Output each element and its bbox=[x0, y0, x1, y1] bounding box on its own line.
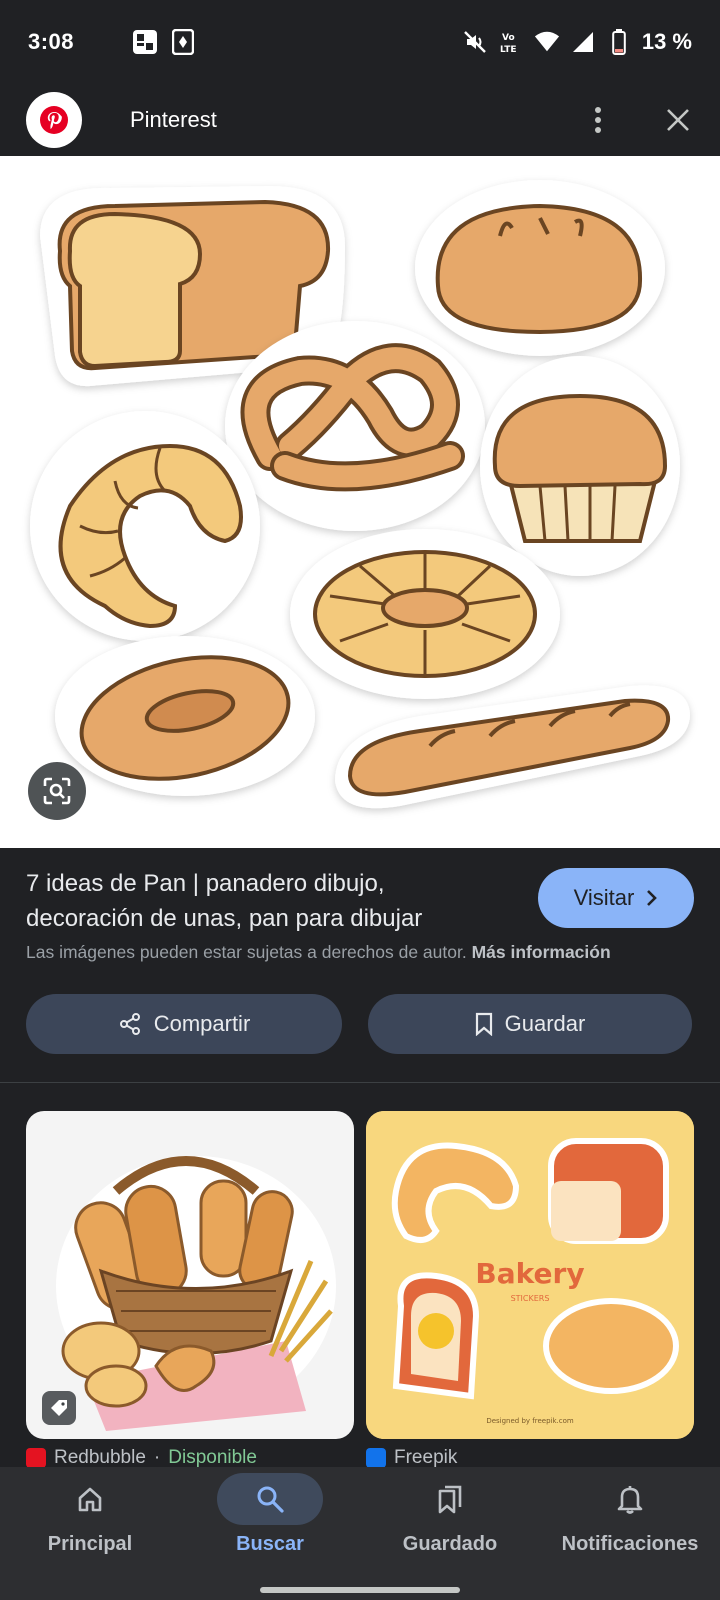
bell-icon bbox=[617, 1486, 643, 1514]
nav-label: Principal bbox=[47, 1533, 133, 1555]
moon-icon bbox=[94, 29, 120, 55]
bread-stickers-illustration bbox=[30, 180, 690, 809]
close-button[interactable] bbox=[662, 104, 694, 136]
freepik-favicon-icon bbox=[366, 1448, 386, 1467]
nav-label: Buscar bbox=[236, 1533, 304, 1555]
nav-label: Guardado bbox=[402, 1533, 498, 1555]
status-right: Vo LTE 13 % bbox=[462, 29, 692, 55]
save-label: Guardar bbox=[504, 1011, 586, 1036]
nav-pill bbox=[217, 1473, 323, 1525]
cards-icon bbox=[170, 29, 196, 55]
related-card-freepik[interactable]: Bakery STICKERS Designed by freepik.com bbox=[366, 1111, 694, 1439]
bookmark-icon bbox=[475, 1012, 492, 1036]
ring-bread-sticker bbox=[290, 529, 560, 699]
more-info-link[interactable]: Más información bbox=[472, 942, 611, 962]
bun-sticker bbox=[415, 180, 665, 356]
pinterest-logo bbox=[26, 92, 82, 148]
product-tag-badge bbox=[42, 1391, 76, 1425]
lens-icon bbox=[43, 777, 71, 805]
status-bar: 3:08 Vo LTE 13 % bbox=[0, 0, 720, 84]
svg-text:LTE: LTE bbox=[500, 45, 517, 55]
nav-pill bbox=[37, 1473, 143, 1525]
nav-pill bbox=[397, 1473, 503, 1525]
nav-buscar[interactable]: Buscar bbox=[180, 1467, 360, 1587]
search-icon bbox=[257, 1486, 284, 1513]
nav-pill bbox=[577, 1473, 683, 1525]
home-icon bbox=[78, 1487, 102, 1512]
croissant-sticker bbox=[30, 411, 260, 641]
mute-icon bbox=[462, 29, 488, 55]
bookmarks-icon bbox=[438, 1485, 462, 1514]
more-vert-icon bbox=[595, 107, 601, 133]
baguette-sticker bbox=[335, 685, 690, 809]
battery-percent: 13 % bbox=[641, 29, 692, 54]
bread-basket-illustration bbox=[56, 1156, 336, 1431]
bakery-stickers-illustration: Bakery STICKERS Designed by freepik.com bbox=[366, 1111, 694, 1439]
visit-button[interactable]: Visitar bbox=[538, 868, 694, 928]
copyright-notice: Las imágenes pueden estar sujetas a dere… bbox=[26, 942, 611, 963]
nav-label: Notificaciones bbox=[561, 1533, 699, 1555]
result-info: 7 ideas de Pan | panadero dibujo, decora… bbox=[0, 848, 720, 1080]
source-name: Freepik bbox=[394, 1447, 458, 1467]
availability-label: Disponible bbox=[168, 1447, 257, 1467]
bakery-sticker-title: Bakery bbox=[475, 1257, 584, 1290]
result-title[interactable]: 7 ideas de Pan | panadero dibujo, decora… bbox=[26, 866, 506, 936]
app-actions bbox=[582, 104, 694, 136]
battery-icon bbox=[606, 29, 632, 55]
muffin-sticker bbox=[480, 356, 680, 576]
share-button[interactable]: Compartir bbox=[26, 994, 342, 1054]
source-name: Redbubble bbox=[54, 1447, 146, 1467]
app-bar: Pinterest bbox=[0, 84, 720, 156]
redbubble-favicon-icon bbox=[26, 1448, 46, 1467]
save-button[interactable]: Guardar bbox=[368, 994, 692, 1054]
bagel-sticker bbox=[55, 636, 315, 796]
nav-notificaciones[interactable]: Notificaciones bbox=[540, 1467, 720, 1587]
source-separator: · bbox=[153, 1447, 161, 1467]
more-options-button[interactable] bbox=[582, 104, 614, 136]
status-time: 3:08 bbox=[28, 29, 75, 54]
volte-icon: Vo LTE bbox=[498, 29, 524, 55]
related-source-redbubble[interactable]: Redbubble · Disponible bbox=[26, 1447, 257, 1467]
nav-principal[interactable]: Principal bbox=[0, 1467, 180, 1587]
related-source-freepik[interactable]: Freepik bbox=[366, 1447, 457, 1467]
copyright-text: Las imágenes pueden estar sujetas a dere… bbox=[26, 942, 467, 962]
app-notification-icon bbox=[132, 29, 158, 55]
bakery-sticker-subtitle: STICKERS bbox=[511, 1294, 550, 1303]
status-left-icons bbox=[94, 29, 196, 55]
chevron-right-icon bbox=[647, 890, 658, 906]
nav-guardado[interactable]: Guardado bbox=[360, 1467, 540, 1587]
gesture-home-indicator[interactable] bbox=[260, 1587, 460, 1593]
wifi-icon bbox=[534, 29, 560, 55]
visit-label: Visitar bbox=[573, 885, 635, 910]
pretzel-sticker bbox=[225, 321, 485, 531]
share-label: Compartir bbox=[153, 1011, 251, 1036]
freepik-credit-text: Designed by freepik.com bbox=[486, 1417, 574, 1425]
pinterest-icon bbox=[40, 106, 68, 134]
app-title: Pinterest bbox=[130, 107, 217, 132]
close-icon bbox=[667, 109, 689, 131]
share-icon bbox=[119, 1013, 140, 1035]
bottom-navigation: Principal Buscar Guardado Notificaciones bbox=[0, 1467, 720, 1600]
related-card-redbubble[interactable] bbox=[26, 1111, 354, 1439]
tag-icon bbox=[51, 1400, 67, 1416]
signal-icon bbox=[570, 29, 596, 55]
main-image[interactable] bbox=[0, 156, 720, 848]
lens-button[interactable] bbox=[28, 762, 86, 820]
related-results: Redbubble · Disponible Bakery STICKERS D… bbox=[0, 1083, 720, 1467]
svg-text:Vo: Vo bbox=[502, 33, 515, 43]
